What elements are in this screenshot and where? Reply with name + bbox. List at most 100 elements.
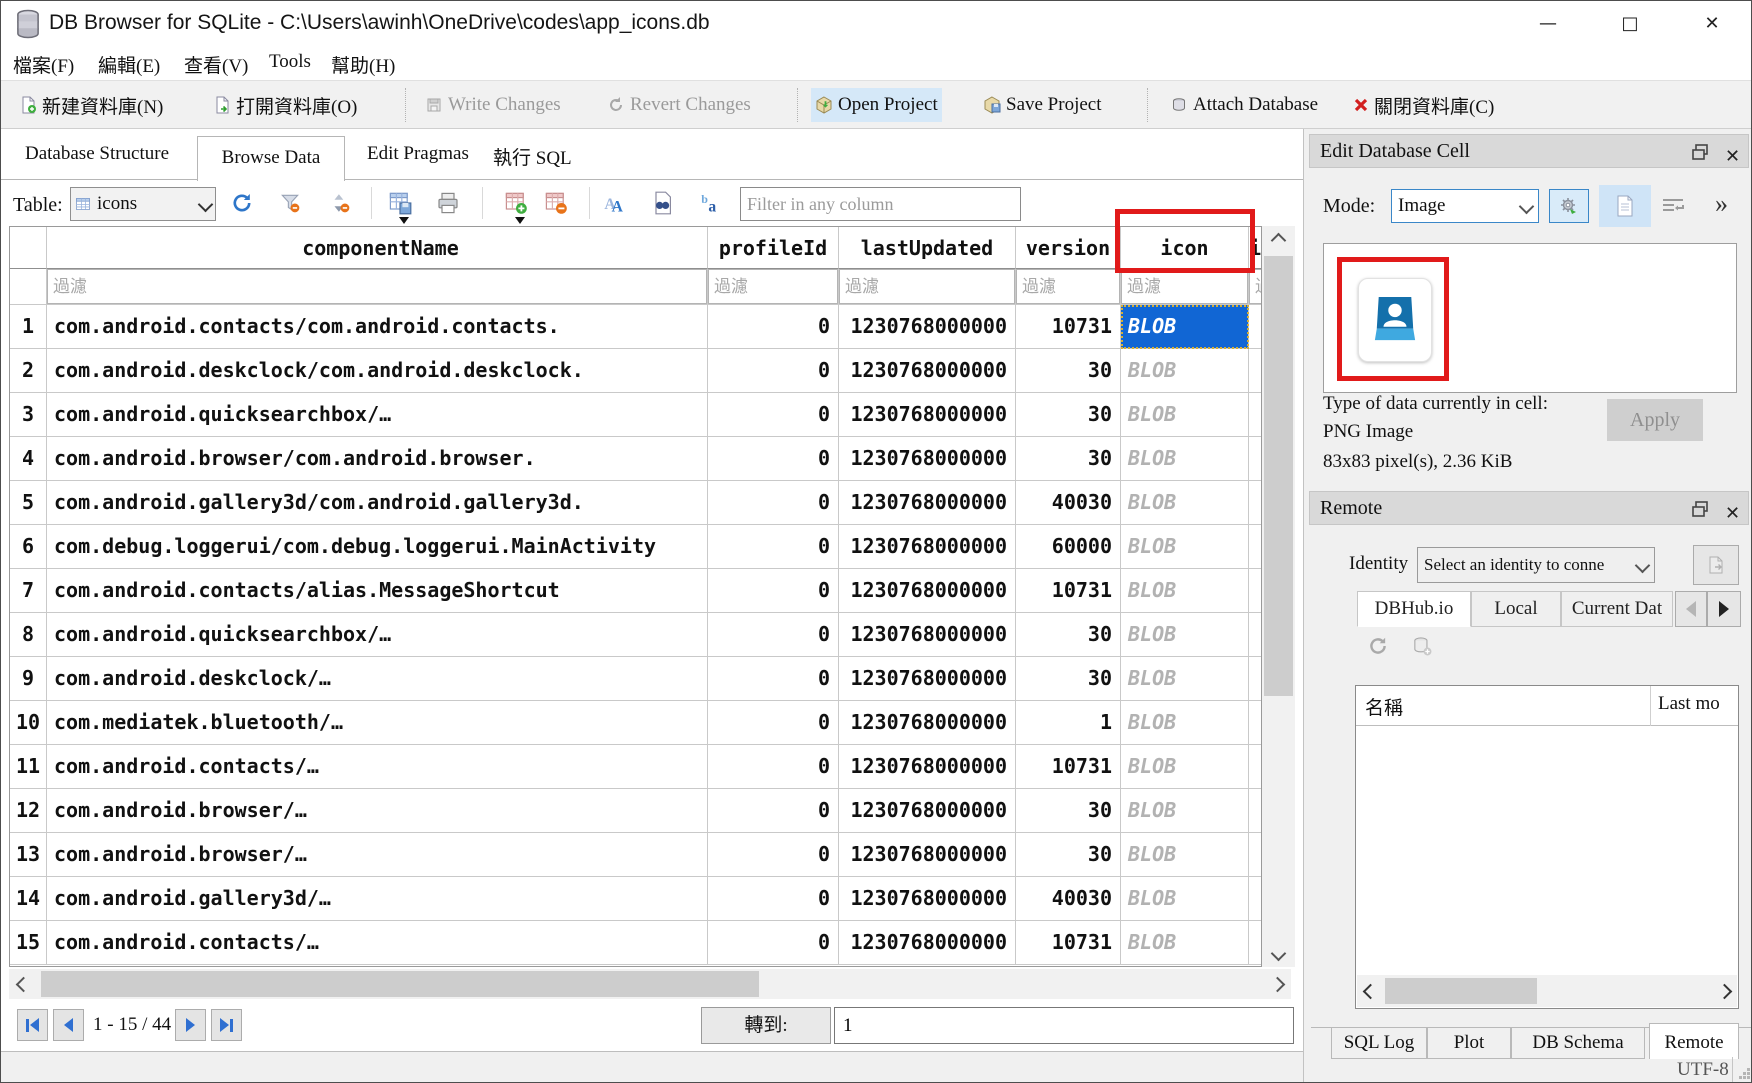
column-header-version[interactable]: version [1016, 227, 1121, 269]
cell-icon-blob[interactable]: BLOB [1121, 657, 1249, 701]
menu-item-view[interactable]: 查看(V) [184, 51, 248, 78]
next-page-button[interactable] [175, 1009, 206, 1041]
remote-column-last-modified[interactable]: Last mo [1658, 693, 1736, 715]
cell-componentName[interactable]: com.android.gallery3d/com.android.galler… [47, 481, 708, 525]
cell-componentName[interactable]: com.android.browser/… [47, 833, 708, 877]
table-row[interactable]: 13 com.android.browser/… 0 1230768000000… [10, 833, 1262, 877]
table-row[interactable]: 10 com.mediatek.bluetooth/… 0 1230768000… [10, 701, 1262, 745]
cell-lastUpdated[interactable]: 1230768000000 [839, 393, 1016, 437]
row-number-cell[interactable]: 15 [10, 921, 47, 965]
cell-partial[interactable] [1249, 657, 1262, 701]
cell-icon-blob[interactable]: BLOB [1121, 921, 1249, 965]
dock-tab-remote[interactable]: Remote [1649, 1023, 1739, 1059]
close-button[interactable]: ✕ [1683, 1, 1741, 46]
goto-button[interactable]: 轉到: [701, 1007, 831, 1044]
expand-toolbar-icon[interactable]: » [1715, 189, 1728, 219]
cell-componentName[interactable]: com.android.contacts/… [47, 921, 708, 965]
cell-version[interactable]: 10731 [1016, 921, 1121, 965]
cell-icon-blob[interactable]: BLOB [1121, 481, 1249, 525]
revert-changes-button[interactable]: Revert Changes [603, 88, 755, 122]
cell-partial[interactable] [1249, 613, 1262, 657]
cell-icon-blob[interactable]: BLOB [1121, 789, 1249, 833]
cell-profileId[interactable]: 0 [708, 921, 839, 965]
word-wrap-icon[interactable] [1661, 197, 1685, 215]
cell-icon-blob[interactable]: BLOB [1121, 613, 1249, 657]
cell-icon-blob[interactable]: BLOB [1121, 569, 1249, 613]
table-row[interactable]: 3 com.android.quicksearchbox/… 0 1230768… [10, 393, 1262, 437]
cell-version[interactable]: 10731 [1016, 745, 1121, 789]
cell-componentName[interactable]: com.android.deskclock/com.android.deskcl… [47, 349, 708, 393]
scroll-right-button[interactable] [1263, 969, 1291, 999]
cell-profileId[interactable]: 0 [708, 877, 839, 921]
save-table-view-button[interactable] [383, 187, 417, 219]
scroll-left-button[interactable] [9, 969, 37, 999]
scroll-down-button[interactable] [1262, 939, 1295, 967]
clear-sorting-button[interactable] [323, 187, 357, 219]
grid-horizontal-scrollbar[interactable] [9, 969, 1291, 999]
table-row[interactable]: 1 com.android.contacts/com.android.conta… [10, 305, 1262, 349]
scroll-left-button[interactable] [1357, 975, 1383, 1007]
remote-tab-dbhub[interactable]: DBHub.io [1357, 591, 1471, 627]
cell-version[interactable]: 30 [1016, 393, 1121, 437]
first-page-button[interactable] [17, 1009, 48, 1041]
cell-lastUpdated[interactable]: 1230768000000 [839, 657, 1016, 701]
tab-execute-sql[interactable]: 執行 SQL [493, 143, 572, 170]
text-view-toggle-button[interactable] [1599, 185, 1651, 227]
filter-any-column-input[interactable] [740, 187, 1021, 221]
tab-scroll-left-button[interactable] [1675, 591, 1707, 627]
row-number-cell[interactable]: 4 [10, 437, 47, 481]
cell-icon-blob[interactable]: BLOB [1121, 525, 1249, 569]
row-number-cell[interactable]: 14 [10, 877, 47, 921]
cell-lastUpdated[interactable]: 1230768000000 [839, 745, 1016, 789]
scroll-up-button[interactable] [1262, 226, 1295, 254]
cell-profileId[interactable]: 0 [708, 525, 839, 569]
column-header-lastUpdated[interactable]: lastUpdated [839, 227, 1016, 269]
tab-scroll-right-button[interactable] [1707, 591, 1741, 627]
dock-tab-sql-log[interactable]: SQL Log [1331, 1027, 1427, 1059]
row-number-cell[interactable]: 2 [10, 349, 47, 393]
table-selector-combobox[interactable]: icons [70, 187, 216, 221]
open-database-button[interactable]: 打開資料庫(O) [209, 88, 361, 122]
column-header-componentName[interactable]: componentName [47, 227, 708, 269]
cell-lastUpdated[interactable]: 1230768000000 [839, 349, 1016, 393]
cell-componentName[interactable]: com.android.deskclock/… [47, 657, 708, 701]
write-changes-button[interactable]: Write Changes [421, 88, 565, 122]
apply-button[interactable]: Apply [1607, 399, 1703, 441]
save-table-dropdown-arrow[interactable] [399, 217, 409, 224]
cell-version[interactable]: 30 [1016, 789, 1121, 833]
close-panel-icon[interactable]: ✕ [1725, 140, 1743, 158]
menu-item-help[interactable]: 幫助(H) [331, 51, 395, 78]
cell-version[interactable]: 30 [1016, 657, 1121, 701]
cell-componentName[interactable]: com.android.browser/com.android.browser. [47, 437, 708, 481]
cell-profileId[interactable]: 0 [708, 569, 839, 613]
table-row[interactable]: 15 com.android.contacts/… 0 123076800000… [10, 921, 1262, 965]
cell-componentName[interactable]: com.android.gallery3d/… [47, 877, 708, 921]
cell-partial[interactable] [1249, 437, 1262, 481]
table-row[interactable]: 8 com.android.quicksearchbox/… 0 1230768… [10, 613, 1262, 657]
row-number-cell[interactable]: 12 [10, 789, 47, 833]
maximize-button[interactable]: □ [1601, 1, 1659, 46]
row-number-cell[interactable]: 7 [10, 569, 47, 613]
clear-filters-button[interactable] [273, 187, 307, 219]
cell-profileId[interactable]: 0 [708, 657, 839, 701]
cell-profileId[interactable]: 0 [708, 745, 839, 789]
remote-table-scrollbar[interactable] [1357, 975, 1737, 1007]
delete-record-button[interactable] [539, 187, 573, 219]
row-number-cell[interactable]: 9 [10, 657, 47, 701]
dock-tab-db-schema[interactable]: DB Schema [1511, 1027, 1645, 1059]
mode-combobox[interactable]: Image [1391, 189, 1539, 223]
row-number-cell[interactable]: 11 [10, 745, 47, 789]
grid-vertical-scrollbar[interactable] [1262, 226, 1295, 967]
cell-partial[interactable] [1249, 305, 1262, 349]
cell-partial[interactable] [1249, 877, 1262, 921]
cell-partial[interactable] [1249, 833, 1262, 877]
filter-input-profileId[interactable] [708, 269, 838, 304]
cell-partial[interactable] [1249, 481, 1262, 525]
cell-icon-blob[interactable]: BLOB [1121, 745, 1249, 789]
minimize-button[interactable]: — [1519, 1, 1577, 46]
row-number-cell[interactable]: 3 [10, 393, 47, 437]
cell-icon-blob[interactable]: BLOB [1121, 877, 1249, 921]
cell-version[interactable]: 10731 [1016, 305, 1121, 349]
cell-lastUpdated[interactable]: 1230768000000 [839, 569, 1016, 613]
refresh-table-button[interactable] [225, 187, 259, 219]
